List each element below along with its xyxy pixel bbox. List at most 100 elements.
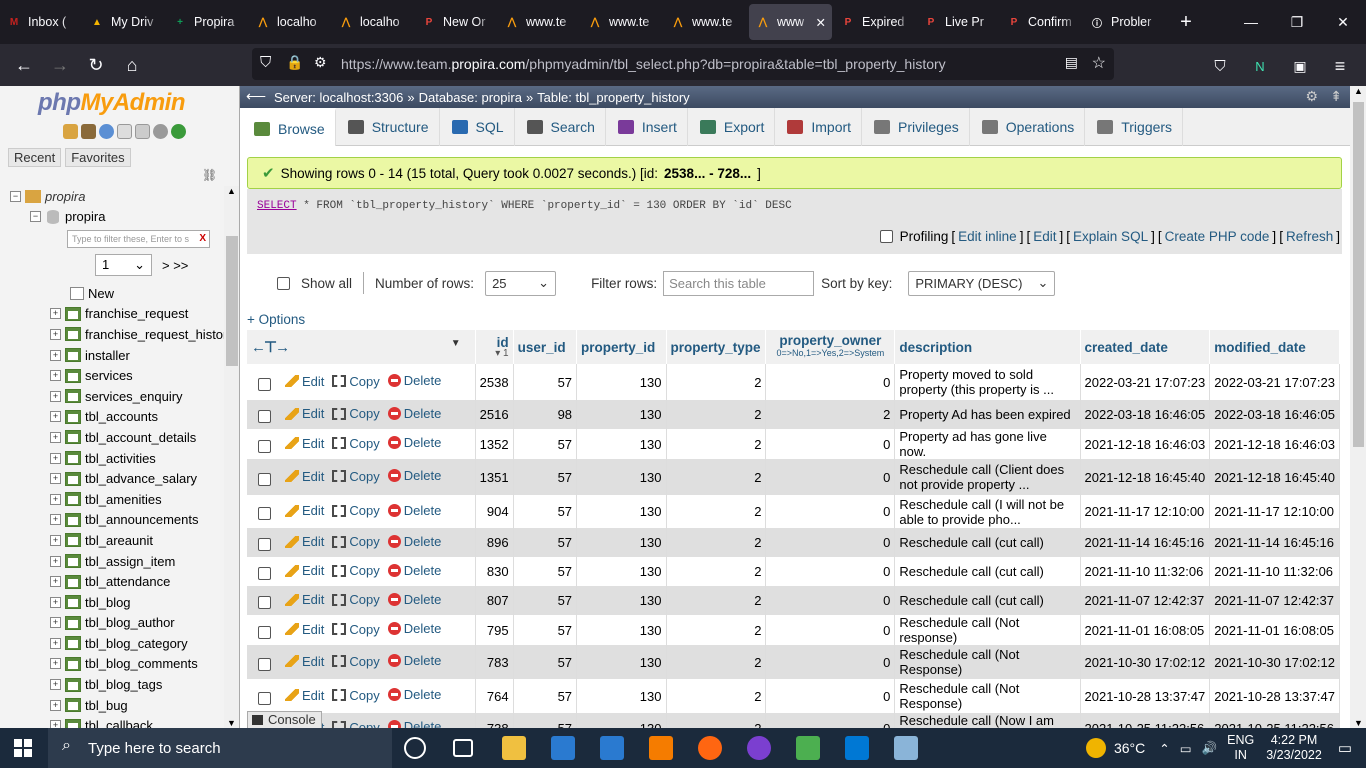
cell-property-owner[interactable]: 0 [765, 495, 896, 528]
collapse-icon[interactable]: − [30, 211, 41, 223]
cell-id[interactable]: 764 [475, 679, 514, 713]
expand-icon[interactable]: + [50, 349, 61, 361]
copy-row-button[interactable]: Copy [332, 592, 380, 607]
row-checkbox[interactable] [258, 507, 271, 521]
cell-description[interactable]: Property ad has gone live now. [894, 429, 1081, 459]
sidebar-table-item[interactable]: + services [0, 365, 225, 386]
cell-property-owner[interactable]: 0 [765, 645, 896, 679]
collapse-icon[interactable]: − [10, 190, 21, 202]
reader-view-icon[interactable]: ▤ [1065, 54, 1078, 71]
cell-modified-date[interactable]: 2021-10-25 11:22:56 [1209, 713, 1340, 728]
edit-row-button[interactable]: Edit [285, 436, 324, 451]
copy-icon[interactable] [135, 124, 150, 139]
cell-property-type[interactable]: 2 [666, 528, 767, 557]
home-icon[interactable] [63, 124, 78, 139]
vscode-icon[interactable] [845, 736, 869, 760]
expand-icon[interactable]: + [50, 555, 61, 567]
network-icon[interactable]: ▭ [1180, 741, 1192, 756]
edit-row-button[interactable]: Edit [285, 622, 324, 637]
close-tab-icon[interactable]: ✕ [816, 15, 826, 30]
cell-modified-date[interactable]: 2021-11-01 16:08:05 [1209, 615, 1340, 645]
delete-row-button[interactable]: Delete [387, 503, 441, 518]
browser-tab[interactable]: ⋀ www ✕ [749, 4, 832, 40]
chevron-up-icon[interactable]: ⌃ [1159, 741, 1169, 756]
reload-nav-icon[interactable] [171, 124, 186, 139]
copy-row-button[interactable]: Copy [332, 534, 380, 549]
profiling-checkbox[interactable] [879, 230, 893, 243]
sql-link-create-php-code[interactable]: Create PHP code [1165, 229, 1270, 244]
cell-modified-date[interactable]: 2021-11-14 16:45:16 [1209, 528, 1340, 557]
sidebar-table-item[interactable]: + tbl_areaunit [0, 530, 225, 551]
weather-icon[interactable] [1085, 738, 1106, 758]
browser-tab[interactable]: ⋀ localho [249, 4, 332, 40]
expand-icon[interactable]: + [50, 679, 61, 691]
browser-tab[interactable]: ⋀ www.te [664, 4, 747, 40]
row-checkbox[interactable] [258, 625, 271, 639]
sidebar-table-item[interactable]: + tbl_account_details [0, 427, 225, 448]
sort-by-key-select[interactable]: PRIMARY (DESC) ⌄ [908, 270, 1056, 296]
home-icon[interactable]: ⌂ [114, 47, 150, 83]
settings-icon[interactable] [153, 124, 168, 139]
rows-per-page-select[interactable]: 25 ⌄ [485, 270, 557, 296]
tab-sql[interactable]: SQL [440, 108, 515, 146]
cell-property-type[interactable]: 2 [666, 586, 767, 615]
restore-icon[interactable]: ❐ [1274, 0, 1320, 44]
cell-modified-date[interactable]: 2022-03-18 16:46:05 [1209, 400, 1340, 429]
cell-modified-date[interactable]: 2021-12-18 16:46:03 [1209, 429, 1340, 459]
copy-row-button[interactable]: Copy [332, 622, 380, 637]
main-scrollbar[interactable]: ▲ ▼ [1350, 86, 1366, 728]
delete-row-button[interactable]: Delete [387, 687, 441, 702]
pocket-icon[interactable]: ⛉ [1202, 48, 1238, 84]
cell-property-type[interactable]: 2 [666, 364, 767, 400]
cell-id[interactable]: 738 [475, 713, 514, 728]
cell-description[interactable]: Reschedule call (Client does not provide… [894, 459, 1081, 495]
taskbar-search-input[interactable]: ⌕ Type here to search [48, 728, 392, 768]
store-icon[interactable] [600, 736, 624, 760]
delete-row-button[interactable]: Delete [387, 563, 441, 578]
cell-created-date[interactable]: 2021-11-01 16:08:05 [1080, 615, 1211, 645]
cell-modified-date[interactable]: 2021-11-17 12:10:00 [1209, 495, 1340, 528]
notepad-icon[interactable] [796, 736, 820, 760]
console-button[interactable]: Console [247, 711, 322, 729]
language-indicator[interactable]: ENG IN [1227, 733, 1254, 763]
sql-link-explain-sql[interactable]: Explain SQL [1073, 229, 1148, 244]
copy-row-button[interactable]: Copy [332, 436, 380, 451]
cell-modified-date[interactable]: 2022-03-21 17:07:23 [1209, 364, 1340, 400]
row-checkbox[interactable] [258, 410, 271, 424]
cell-description[interactable]: Reschedule call (cut call) [894, 528, 1081, 557]
edit-row-button[interactable]: Edit [285, 374, 324, 389]
link-icon[interactable]: ⛓ [202, 168, 217, 182]
cell-id[interactable]: 904 [475, 495, 514, 528]
cell-property-type[interactable]: 2 [666, 429, 767, 459]
edit-row-button[interactable]: Edit [285, 469, 324, 484]
cell-modified-date[interactable]: 2021-11-07 12:42:37 [1209, 586, 1340, 615]
browser-tab[interactable]: ⓘ Probler [1083, 4, 1166, 40]
delete-row-button[interactable]: Delete [387, 621, 441, 636]
cell-property-id[interactable]: 130 [576, 615, 667, 645]
volume-icon[interactable]: 🔊 [1202, 741, 1218, 756]
cell-created-date[interactable]: 2021-10-30 17:02:12 [1080, 645, 1211, 679]
cell-description[interactable]: Property moved to sold property (this pr… [894, 364, 1081, 400]
cell-property-owner[interactable]: 0 [765, 528, 896, 557]
expand-icon[interactable]: + [50, 328, 61, 340]
cell-modified-date[interactable]: 2021-12-18 16:45:40 [1209, 459, 1340, 495]
copy-row-button[interactable]: Copy [332, 720, 380, 728]
cell-property-type[interactable]: 2 [666, 459, 767, 495]
edit-row-button[interactable]: Edit [285, 503, 324, 518]
column-header-property-type[interactable]: property_type [666, 330, 767, 364]
reload-icon[interactable]: ↻ [78, 47, 114, 83]
close-window-icon[interactable]: ✕ [1320, 0, 1366, 44]
browser-tab[interactable]: P Expired [834, 4, 917, 40]
cell-property-id[interactable]: 130 [576, 645, 667, 679]
cell-created-date[interactable]: 2022-03-21 17:07:23 [1080, 364, 1211, 400]
menu-icon[interactable]: ≡ [1322, 48, 1358, 84]
cell-user-id[interactable]: 57 [513, 615, 578, 645]
cell-description[interactable]: Reschedule call (Not Response) [894, 679, 1081, 713]
cell-property-owner[interactable]: 0 [765, 429, 896, 459]
row-checkbox[interactable] [258, 657, 271, 671]
cell-user-id[interactable]: 57 [513, 364, 578, 400]
sql-link-edit[interactable]: Edit [1033, 229, 1056, 244]
column-header-property-owner[interactable]: property_owner 0=>No,1=>Yes,2=>System [765, 330, 896, 364]
clear-filter-icon[interactable]: X [199, 233, 206, 244]
show-all-checkbox[interactable] [277, 276, 290, 290]
